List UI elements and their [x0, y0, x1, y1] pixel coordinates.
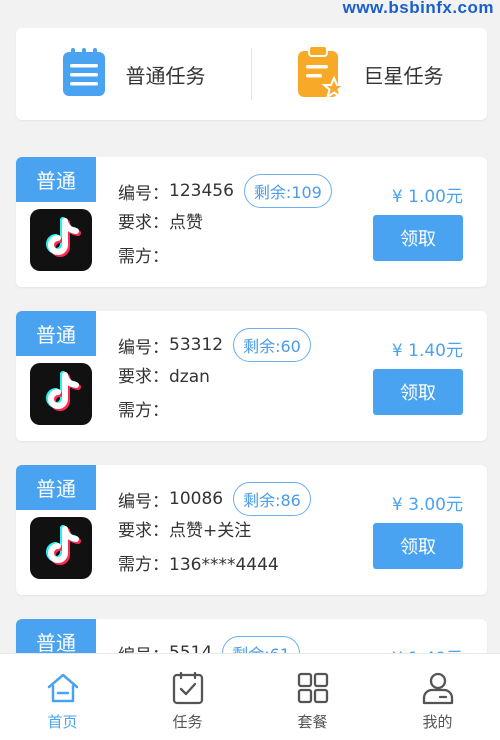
- nav-task-label: 任务: [172, 713, 203, 731]
- id-label: 编号：: [118, 337, 169, 358]
- task-id: 53312: [169, 335, 224, 355]
- nav-home[interactable]: 首页: [0, 654, 125, 740]
- remaining-badge: 剩余:109: [243, 174, 332, 208]
- task-id: 123456: [169, 181, 234, 201]
- price: ¥ 1.40元: [391, 341, 463, 361]
- star-task-tab[interactable]: 巨星任务: [252, 45, 487, 103]
- task-card: 普通 编号： 53312 剩余:60 要求：dzan 需方： ¥ 1.40元 领取: [16, 311, 487, 441]
- remaining-badge: 剩余:60: [233, 328, 311, 362]
- client-line: 需方：: [118, 247, 169, 267]
- requirement-line: 要求：dzan: [118, 367, 210, 387]
- home-icon: [45, 670, 81, 706]
- nav-package[interactable]: 套餐: [250, 654, 375, 740]
- nav-task[interactable]: 任务: [125, 654, 250, 740]
- tiktok-icon: [30, 209, 92, 271]
- claim-button[interactable]: 领取: [373, 369, 463, 415]
- normal-task-label: 普通任务: [125, 63, 206, 88]
- client-line: 需方：: [118, 401, 169, 421]
- client-line: 需方：136****4444: [118, 555, 279, 575]
- task-tag: 普通: [16, 311, 96, 356]
- task-id: 10086: [169, 489, 224, 509]
- nav-mine-label: 我的: [422, 713, 453, 731]
- task-id-line: 编号： 123456 剩余:109: [118, 174, 332, 208]
- task-check-icon: [170, 670, 206, 706]
- bottom-nav: 首页 任务 套餐 我的: [0, 653, 500, 740]
- nav-mine[interactable]: 我的: [375, 654, 500, 740]
- task-card: 普通 编号： 123456 剩余:109 要求：点赞 需方： ¥ 1.00元 领取: [16, 157, 487, 287]
- requirement-line: 要求：点赞: [118, 213, 203, 233]
- id-label: 编号：: [118, 183, 169, 204]
- price: ¥ 1.00元: [391, 187, 463, 207]
- claim-button[interactable]: 领取: [373, 215, 463, 261]
- star-clipboard-icon: [296, 45, 347, 103]
- normal-task-tab[interactable]: 普通任务: [16, 47, 251, 101]
- task-tag: 普通: [16, 465, 96, 510]
- price: ¥ 3.00元: [391, 495, 463, 515]
- requirement-value: dzan: [169, 367, 210, 387]
- requirement-value: 点赞+关注: [169, 521, 252, 541]
- client-value: 136****4444: [169, 555, 279, 575]
- task-id-line: 编号： 10086 剩余:86: [118, 482, 311, 516]
- task-card: 普通 编号： 10086 剩余:86 要求：点赞+关注 需方：136****444…: [16, 465, 487, 595]
- list-clipboard-icon: [62, 47, 106, 101]
- task-type-switch: 普通任务 巨星任务: [16, 28, 487, 120]
- remaining-badge: 剩余:86: [233, 482, 311, 516]
- task-id-line: 编号： 53312 剩余:60: [118, 328, 311, 362]
- star-task-label: 巨星任务: [363, 63, 444, 88]
- claim-button[interactable]: 领取: [373, 523, 463, 569]
- nav-home-label: 首页: [47, 713, 78, 731]
- tiktok-icon: [30, 517, 92, 579]
- tiktok-icon: [30, 363, 92, 425]
- watermark: www.bsbinfx.com: [342, 0, 494, 17]
- task-tag: 普通: [16, 157, 96, 202]
- grid-icon: [295, 670, 331, 706]
- requirement-value: 点赞: [169, 213, 203, 233]
- nav-package-label: 套餐: [297, 713, 328, 731]
- id-label: 编号：: [118, 491, 169, 512]
- user-icon: [420, 670, 456, 706]
- requirement-line: 要求：点赞+关注: [118, 521, 252, 541]
